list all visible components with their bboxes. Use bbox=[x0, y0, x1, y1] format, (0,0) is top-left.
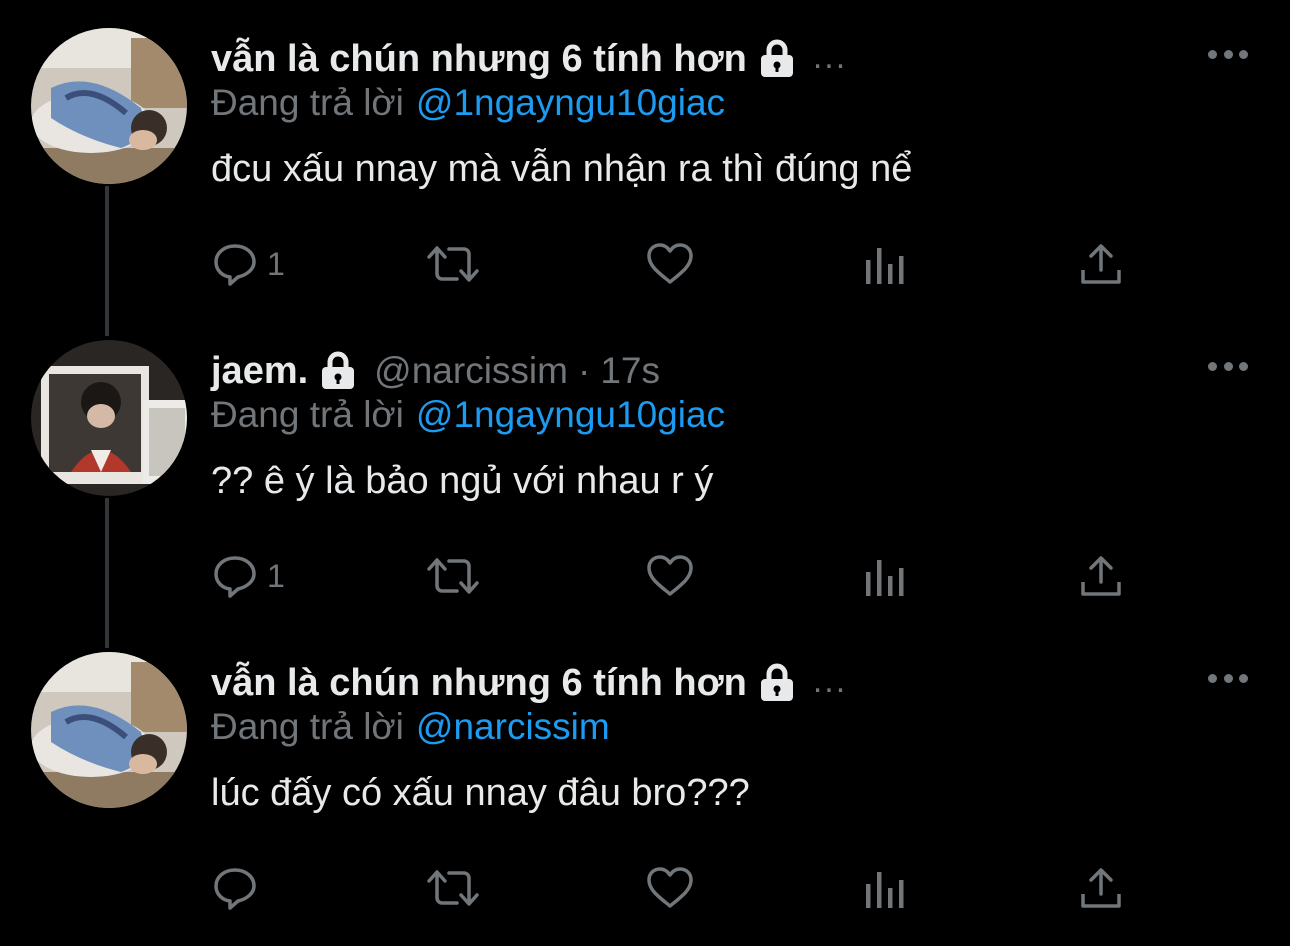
reply-button[interactable]: 1 bbox=[211, 546, 285, 606]
views-icon bbox=[866, 872, 904, 908]
reply-icon bbox=[214, 244, 256, 286]
heart-icon bbox=[647, 555, 693, 596]
like-button[interactable] bbox=[645, 234, 695, 294]
heart-icon bbox=[647, 867, 693, 908]
views-button[interactable] bbox=[863, 546, 907, 606]
retweet-icon bbox=[427, 558, 479, 594]
separator: · bbox=[577, 350, 591, 391]
reply-icon bbox=[214, 556, 256, 598]
replying-to-label: Đang trả lời bbox=[211, 82, 404, 123]
share-icon bbox=[1081, 868, 1121, 908]
tweet-actions bbox=[211, 858, 1131, 918]
tweet-text: đcu xấu nnay mà vẫn nhận ra thì đúng nể bbox=[211, 148, 913, 190]
share-button[interactable] bbox=[1079, 546, 1123, 606]
tweet-header: jaem. @narcissim · 17s bbox=[211, 346, 660, 396]
share-button[interactable] bbox=[1079, 234, 1123, 294]
avatar[interactable] bbox=[31, 28, 187, 184]
avatar[interactable] bbox=[31, 652, 187, 808]
views-icon bbox=[866, 248, 904, 284]
share-icon bbox=[1081, 244, 1121, 284]
heart-icon bbox=[647, 243, 693, 284]
reply-button[interactable] bbox=[211, 858, 267, 918]
more-options-icon[interactable] bbox=[1208, 354, 1248, 378]
retweet-button[interactable] bbox=[425, 234, 481, 294]
reply-count: 1 bbox=[267, 557, 285, 594]
retweet-button[interactable] bbox=[425, 858, 481, 918]
share-button[interactable] bbox=[1079, 858, 1123, 918]
like-button[interactable] bbox=[645, 546, 695, 606]
timestamp[interactable]: 17s bbox=[600, 350, 660, 392]
reply-mention-link[interactable]: @narcissim bbox=[416, 706, 610, 747]
display-name[interactable]: vẫn là chún nhưng 6 tính hơn bbox=[211, 662, 747, 705]
name-overflow: ... bbox=[812, 37, 848, 76]
more-options-icon[interactable] bbox=[1208, 666, 1248, 690]
tweet[interactable]: vẫn là chún nhưng 6 tính hơn ... Đang tr… bbox=[0, 0, 1290, 336]
thread-line bbox=[105, 622, 109, 648]
tweet-text: ?? ê ý là bảo ngủ với nhau r ý bbox=[211, 460, 714, 502]
retweet-icon bbox=[427, 246, 479, 282]
replying-to-label: Đang trả lời bbox=[211, 394, 404, 435]
tweet-header: vẫn là chún nhưng 6 tính hơn ... bbox=[211, 658, 847, 708]
lock-icon bbox=[757, 662, 797, 704]
views-icon bbox=[866, 560, 904, 596]
like-button[interactable] bbox=[645, 858, 695, 918]
avatar[interactable] bbox=[31, 340, 187, 496]
display-name[interactable]: jaem. bbox=[211, 350, 308, 393]
replying-to-label: Đang trả lời bbox=[211, 706, 404, 747]
user-handle[interactable]: @narcissim bbox=[374, 350, 568, 392]
reply-mention-link[interactable]: @1ngayngu10giac bbox=[416, 82, 725, 123]
reply-icon bbox=[214, 868, 256, 910]
lock-icon bbox=[318, 350, 358, 392]
tweet-text: lúc đấy có xấu nnay đâu bro??? bbox=[211, 772, 750, 814]
share-icon bbox=[1081, 556, 1121, 596]
reply-mention-link[interactable]: @1ngayngu10giac bbox=[416, 394, 725, 435]
retweet-icon bbox=[427, 870, 479, 906]
tweet[interactable]: vẫn là chún nhưng 6 tính hơn ... Đang tr… bbox=[0, 622, 1290, 936]
tweet[interactable]: jaem. @narcissim · 17s Đang trả lời @1nga… bbox=[0, 310, 1290, 648]
display-name[interactable]: vẫn là chún nhưng 6 tính hơn bbox=[211, 38, 747, 81]
views-button[interactable] bbox=[863, 234, 907, 294]
replying-to: Đang trả lời @1ngayngu10giac bbox=[211, 394, 725, 436]
thread-line bbox=[105, 310, 109, 336]
views-button[interactable] bbox=[863, 858, 907, 918]
reply-count: 1 bbox=[267, 245, 285, 282]
retweet-button[interactable] bbox=[425, 546, 481, 606]
tweet-actions: 1 bbox=[211, 234, 1131, 294]
replying-to: Đang trả lời @narcissim bbox=[211, 706, 610, 748]
lock-icon bbox=[757, 38, 797, 80]
name-overflow: ... bbox=[812, 661, 848, 700]
tweet-actions: 1 bbox=[211, 546, 1131, 606]
more-options-icon[interactable] bbox=[1208, 42, 1248, 66]
tweet-header: vẫn là chún nhưng 6 tính hơn ... bbox=[211, 34, 847, 84]
reply-button[interactable]: 1 bbox=[211, 234, 285, 294]
replying-to: Đang trả lời @1ngayngu10giac bbox=[211, 82, 725, 124]
